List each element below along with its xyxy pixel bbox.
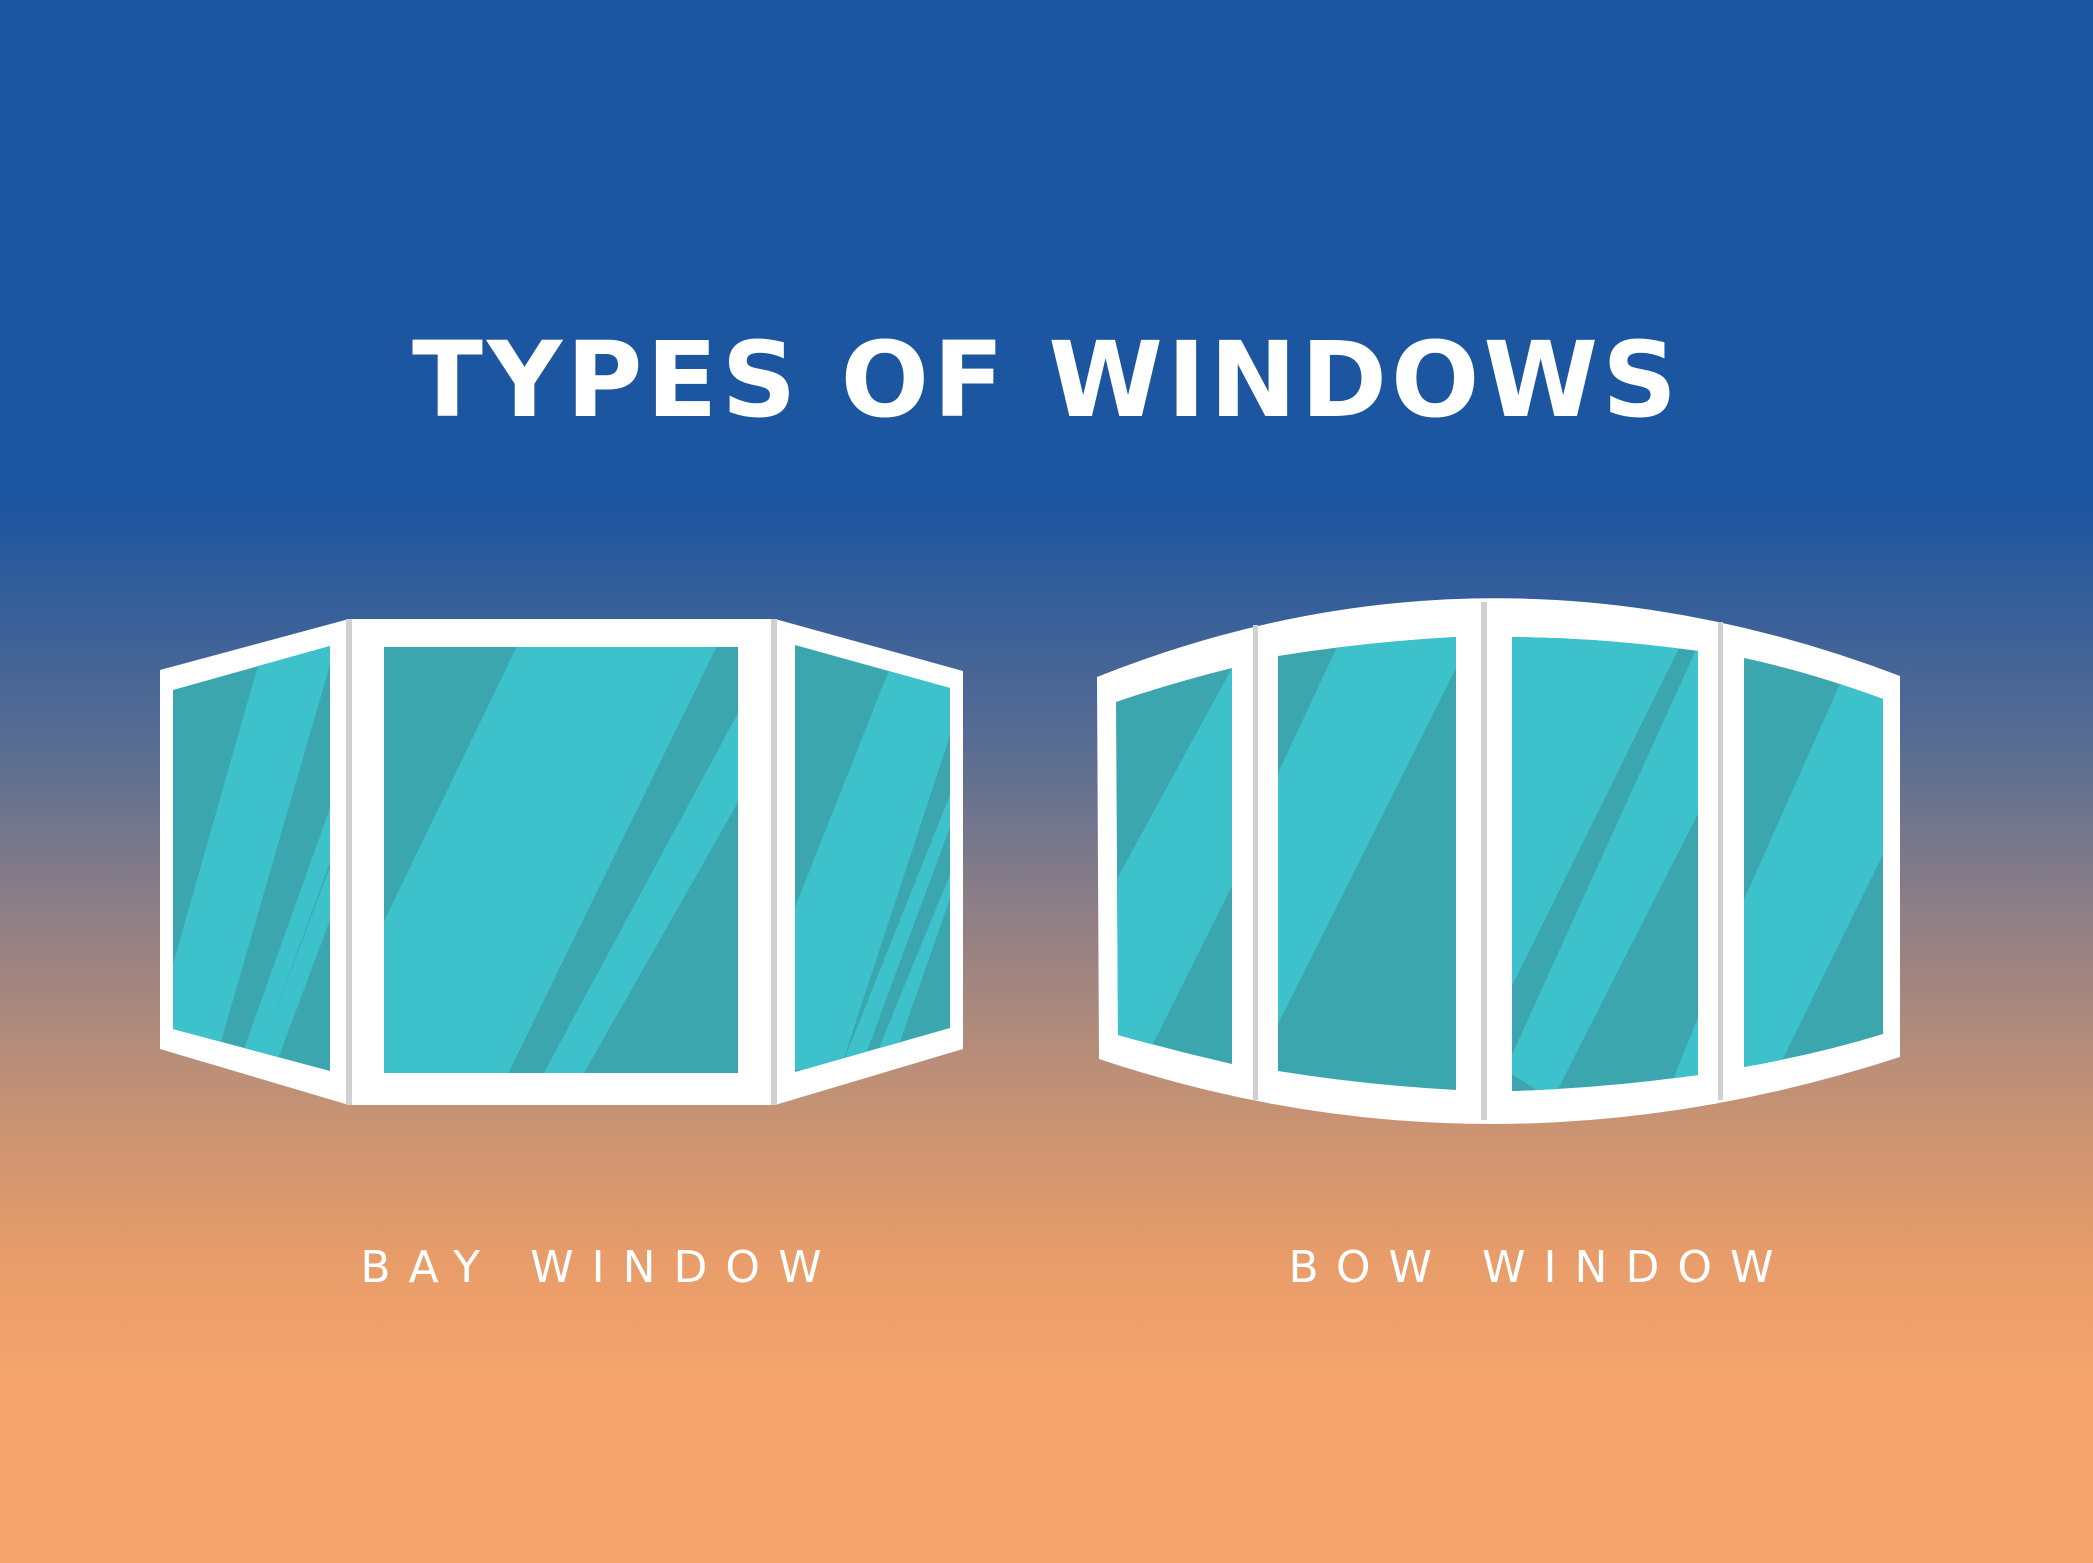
bow-mullion-1 bbox=[1253, 625, 1258, 1100]
bow-mullion-2 bbox=[1481, 602, 1487, 1120]
windows-diagram bbox=[160, 598, 1900, 1125]
bow-window-caption: BOW WINDOW bbox=[1288, 1242, 1792, 1293]
bay-center-pane bbox=[384, 647, 738, 1073]
bow-window bbox=[1097, 598, 1900, 1125]
bay-window bbox=[160, 619, 963, 1105]
background-gradient: TYPES OF WINDOWS BAY WINDOW BOW WINDOW bbox=[0, 0, 2093, 1563]
bay-window-caption: BAY WINDOW bbox=[360, 1242, 840, 1293]
bay-right-pane bbox=[795, 645, 950, 1072]
bow-pane-3 bbox=[1512, 637, 1698, 1091]
bay-left-pane bbox=[173, 646, 330, 1071]
bay-mullion-right bbox=[771, 619, 777, 1105]
bow-pane-4 bbox=[1744, 658, 1883, 1067]
bow-pane-1 bbox=[1116, 668, 1232, 1064]
bow-pane-2 bbox=[1278, 637, 1456, 1090]
bow-mullion-3 bbox=[1718, 622, 1723, 1100]
bay-mullion-left bbox=[346, 619, 352, 1105]
